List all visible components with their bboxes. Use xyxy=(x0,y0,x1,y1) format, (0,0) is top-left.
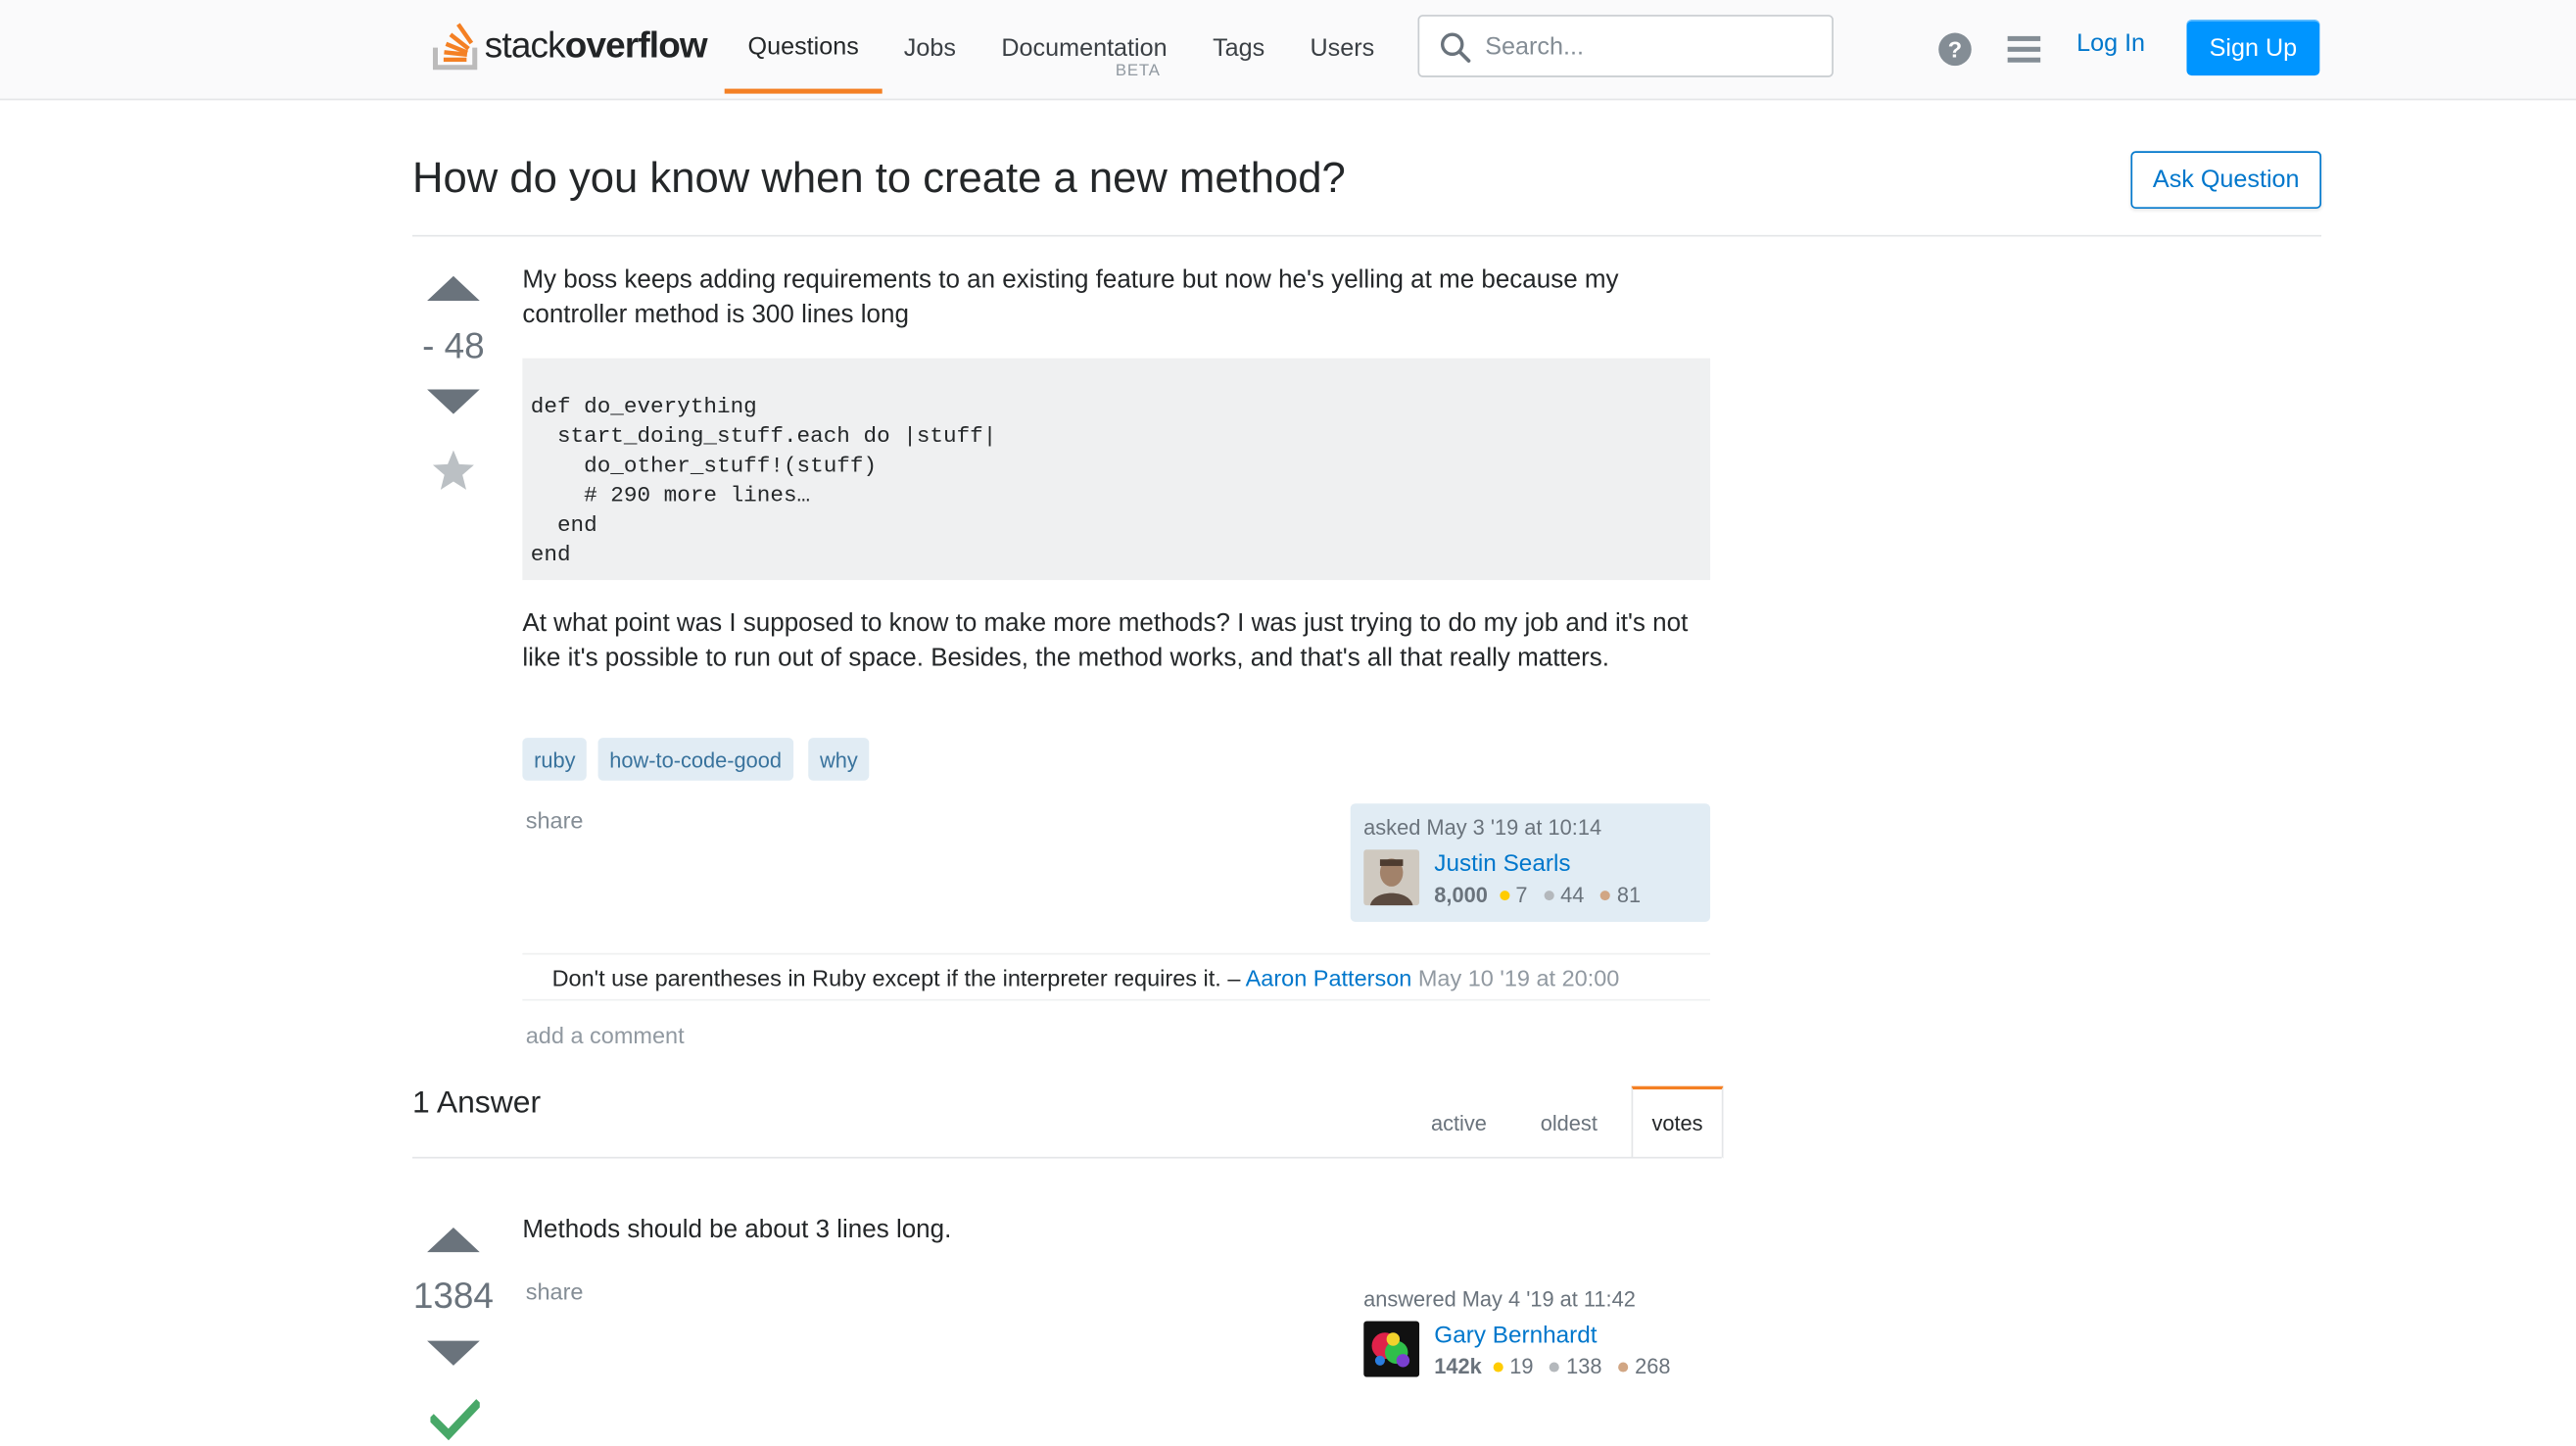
avatar[interactable] xyxy=(1363,1321,1420,1377)
share-link[interactable]: share xyxy=(526,807,584,834)
user-name-link[interactable]: Gary Bernhardt xyxy=(1434,1323,1597,1349)
silver-badge-count: 138 xyxy=(1566,1354,1602,1379)
tab-sort-oldest[interactable]: oldest xyxy=(1525,1086,1614,1159)
bronze-badge-icon xyxy=(1600,890,1611,900)
logo-icon xyxy=(432,23,478,71)
search-box xyxy=(1417,15,1834,77)
share-link[interactable]: share xyxy=(526,1278,584,1305)
reputation-score: 142k xyxy=(1434,1354,1482,1379)
code-line: end xyxy=(530,513,597,540)
stackoverflow-logo[interactable]: stackoverflow xyxy=(432,15,711,71)
answer-vote-count: 1384 xyxy=(412,1275,494,1317)
comment-author-link[interactable]: Aaron Patterson xyxy=(1246,965,1412,991)
code-line: def do_everything xyxy=(530,396,757,421)
tag-ruby[interactable]: ruby xyxy=(522,738,588,781)
beta-badge: BETA xyxy=(1115,62,1161,81)
tag-why[interactable]: why xyxy=(808,738,870,781)
user-name-link[interactable]: Justin Searls xyxy=(1434,851,1570,878)
upvote-icon[interactable] xyxy=(427,1227,480,1253)
answers-count-header: 1 Answer xyxy=(412,1085,542,1121)
gold-badge-icon xyxy=(1493,1361,1503,1372)
search-input[interactable] xyxy=(1485,16,1814,76)
question-title[interactable]: How do you know when to create a new met… xyxy=(412,153,1346,204)
avatar[interactable] xyxy=(1363,849,1420,906)
nav-tags[interactable]: Tags xyxy=(1206,0,1271,95)
comment-text: Don't use parentheses in Ruby except if … xyxy=(551,964,1246,991)
asked-time: asked May 3 '19 at 10:14 xyxy=(1363,814,1602,841)
question-body: At what point was I supposed to know to … xyxy=(522,609,1689,673)
nav-jobs[interactable]: Jobs xyxy=(895,0,964,95)
question-circle-icon[interactable]: ? xyxy=(1937,31,1974,68)
tab-sort-votes[interactable]: votes xyxy=(1631,1085,1724,1159)
logo-wordmark: stackoverflow xyxy=(484,24,708,67)
gold-badge-count: 19 xyxy=(1509,1354,1534,1379)
answer-text: Methods should be about 3 lines long. xyxy=(522,1216,952,1244)
answer-owner-card: answered May 4 '19 at 11:42 Gary Bernhar… xyxy=(1351,1276,1710,1394)
divider xyxy=(412,1156,1722,1159)
favorite-star-icon[interactable] xyxy=(430,447,476,493)
silver-badge-icon xyxy=(1550,1361,1560,1372)
add-comment-link[interactable]: add a comment xyxy=(526,1022,685,1048)
question-vote-count: - 48 xyxy=(422,325,485,367)
question-intro: My boss keeps adding requirements to an … xyxy=(522,265,1619,329)
code-line: # 290 more lines… xyxy=(530,484,811,509)
svg-text:?: ? xyxy=(1948,37,1962,63)
downvote-icon[interactable] xyxy=(427,389,480,414)
code-line: end xyxy=(530,544,571,569)
top-bar: stackoverflow Questions Jobs Documentati… xyxy=(0,0,2576,101)
user-stats: 142k 19 138 268 xyxy=(1434,1354,1680,1378)
tag-how-to-code-good[interactable]: how-to-code-good xyxy=(597,738,793,781)
nav-users[interactable]: Users xyxy=(1303,0,1382,95)
signup-button[interactable]: Sign Up xyxy=(2186,20,2320,76)
code-block: def do_everything start_doing_stuff.each… xyxy=(522,358,1711,581)
tab-sort-active[interactable]: active xyxy=(1416,1086,1502,1159)
question-owner-card: asked May 3 '19 at 10:14 Justin Searls 8… xyxy=(1350,803,1711,922)
search-icon xyxy=(1440,32,1471,63)
downvote-icon[interactable] xyxy=(427,1340,480,1366)
divider xyxy=(412,234,2322,237)
nav-documentation[interactable]: Documentation BETA xyxy=(992,0,1176,95)
comment: Don't use parentheses in Ruby except if … xyxy=(522,952,1711,1001)
login-link[interactable]: Log In xyxy=(2076,29,2145,58)
gold-badge-count: 7 xyxy=(1515,882,1528,907)
user-stats: 8,000 7 44 81 xyxy=(1434,883,1650,907)
code-line: do_other_stuff!(stuff) xyxy=(530,455,878,480)
answered-time: answered May 4 '19 at 11:42 xyxy=(1363,1286,1636,1312)
hamburger-menu-icon[interactable] xyxy=(2006,34,2042,64)
bronze-badge-icon xyxy=(1618,1361,1629,1372)
bronze-badge-count: 81 xyxy=(1616,882,1642,907)
bronze-badge-count: 268 xyxy=(1635,1354,1671,1379)
upvote-icon[interactable] xyxy=(427,275,480,301)
ask-question-button[interactable]: Ask Question xyxy=(2130,151,2322,210)
silver-badge-count: 44 xyxy=(1560,882,1585,907)
code-line: start_doing_stuff.each do |stuff| xyxy=(530,425,997,451)
accepted-checkmark-icon xyxy=(430,1399,480,1441)
comment-date: May 10 '19 at 20:00 xyxy=(1411,964,1620,991)
nav-questions[interactable]: Questions xyxy=(724,0,883,94)
silver-badge-icon xyxy=(1544,890,1554,900)
reputation-score: 8,000 xyxy=(1434,882,1488,907)
gold-badge-icon xyxy=(1499,890,1509,900)
